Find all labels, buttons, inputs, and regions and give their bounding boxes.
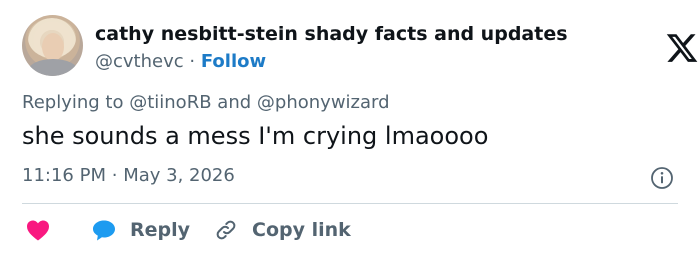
follow-button[interactable]: Follow <box>201 51 266 72</box>
heart-icon <box>27 220 49 241</box>
handle-line: @cvthevc · Follow <box>95 51 266 72</box>
action-bar: Reply Copy link <box>22 214 678 246</box>
tweet-header: cathy nesbitt-stein shady facts and upda… <box>22 15 698 77</box>
mention-link[interactable]: @tiinoRB <box>129 92 211 113</box>
replying-to: Replying to @tiinoRB and @phonywizard <box>22 92 390 113</box>
info-icon[interactable] <box>650 166 674 190</box>
and-word: and <box>217 92 252 113</box>
copy-link-label: Copy link <box>252 219 351 241</box>
tweet-text: she sounds a mess I'm crying lmaoooo <box>22 122 489 150</box>
avatar[interactable] <box>22 15 83 76</box>
display-name[interactable]: cathy nesbitt-stein shady facts and upda… <box>95 23 568 45</box>
tweet-time: 11:16 PM <box>22 165 106 186</box>
replying-prefix: Replying to <box>22 92 124 113</box>
date-separator: · <box>111 165 118 186</box>
mention-link[interactable]: @phonywizard <box>257 92 390 113</box>
user-handle[interactable]: @cvthevc <box>95 51 184 72</box>
reply-label: Reply <box>130 219 191 241</box>
avatar-shoulder <box>28 59 78 76</box>
copy-link-button[interactable]: Copy link <box>214 214 351 246</box>
tweet-timestamp[interactable]: 11:16 PM · May 3, 2026 <box>22 165 235 186</box>
reply-bubble-icon <box>93 220 115 241</box>
tweet-date: May 3, 2026 <box>123 165 235 186</box>
like-button[interactable] <box>26 214 52 246</box>
x-logo-icon[interactable] <box>665 31 699 65</box>
divider <box>22 203 678 204</box>
reply-button[interactable]: Reply <box>92 214 190 246</box>
avatar-face <box>42 33 64 61</box>
handle-separator: · <box>189 51 196 72</box>
link-icon <box>216 220 236 240</box>
